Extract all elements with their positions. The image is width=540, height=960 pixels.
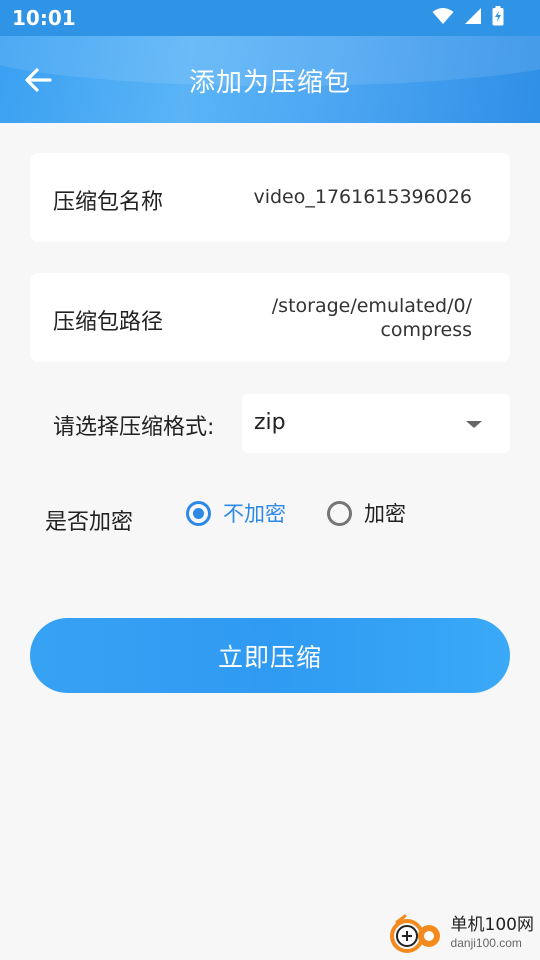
- archive-path-line1: /storage/emulated/0/: [271, 295, 472, 317]
- format-label: 请选择压缩格式:: [53, 415, 215, 440]
- archive-name-label: 压缩包名称: [53, 190, 164, 215]
- archive-path-value[interactable]: /storage/emulated/0/ compress: [272, 294, 472, 342]
- dropdown-caret-icon: [466, 421, 482, 428]
- radio-unchecked-icon[interactable]: [327, 500, 352, 526]
- archive-name-value[interactable]: video_1761615396026: [253, 186, 472, 208]
- encryption-label: 是否加密: [45, 510, 134, 535]
- compress-now-button[interactable]: 立即压缩: [30, 618, 510, 693]
- radio-encryption[interactable]: 加密: [327, 498, 406, 528]
- page-title: 添加为压缩包: [188, 68, 351, 98]
- format-dropdown[interactable]: zip: [242, 394, 510, 453]
- radio-no-encryption[interactable]: 不加密: [186, 498, 286, 528]
- watermark-domain: danji100.com: [450, 936, 522, 950]
- status-icons: [432, 6, 504, 26]
- battery-charging-icon: [492, 6, 504, 26]
- archive-path-card[interactable]: 压缩包路径 /storage/emulated/0/ compress: [30, 273, 510, 362]
- watermark-text: 单机100网 danji100.com: [451, 916, 534, 952]
- archive-path-line2: compress: [380, 319, 472, 341]
- signal-icon: [465, 8, 481, 24]
- archive-name-card[interactable]: 压缩包名称 video_1761615396026: [30, 153, 510, 242]
- status-bar: 10:01: [0, 0, 540, 36]
- archive-path-label: 压缩包路径: [53, 310, 164, 335]
- watermark-logo-icon: [389, 914, 440, 953]
- app-bar: 添加为压缩包: [0, 36, 540, 123]
- radio-checked-icon[interactable]: [186, 500, 211, 526]
- wifi-icon: [432, 8, 454, 24]
- status-time: 10:01: [12, 6, 76, 30]
- watermark: 单机100网 danji100.com: [387, 912, 534, 956]
- radio-no-encryption-label: 不加密: [223, 502, 286, 526]
- format-selected-value: zip: [254, 410, 286, 435]
- radio-encryption-label: 加密: [364, 502, 406, 526]
- watermark-site-name: 单机100网: [450, 915, 534, 935]
